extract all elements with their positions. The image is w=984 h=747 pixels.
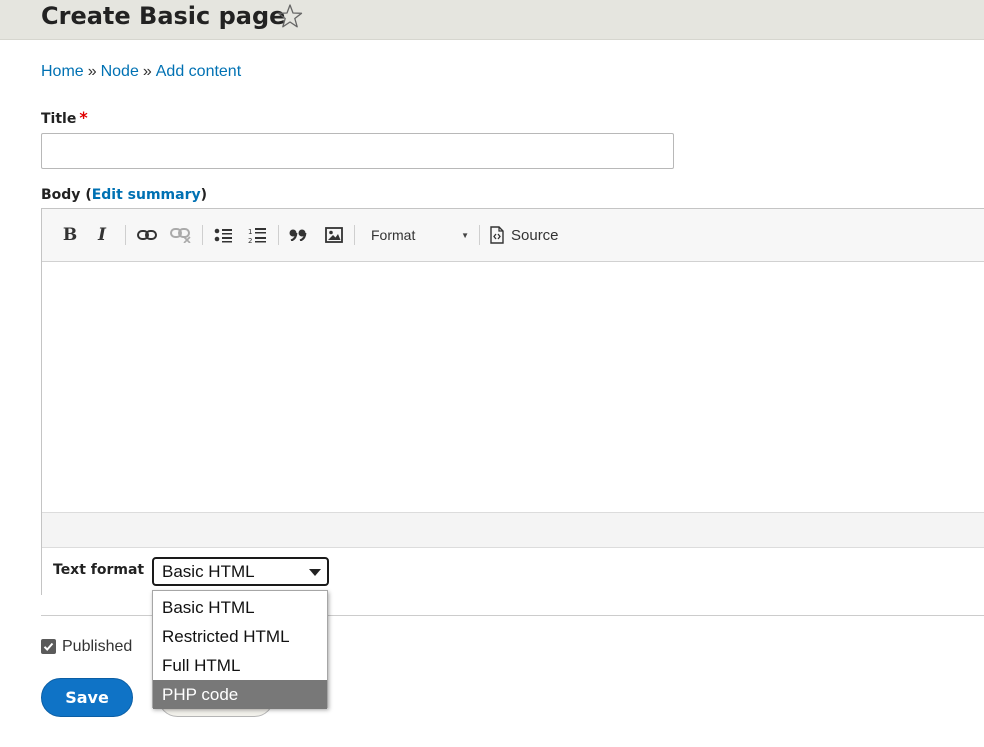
toolbar-separator	[278, 225, 279, 245]
source-label: Source	[511, 226, 559, 244]
numbered-list-icon[interactable]: 1 2	[247, 223, 267, 247]
text-format-label: Text format	[53, 562, 145, 578]
dropdown-arrow-icon	[309, 569, 321, 576]
breadcrumb: Home» Node» Add content	[41, 62, 241, 82]
text-format-option-full-html[interactable]: Full HTML	[153, 651, 327, 680]
editor-status-bar	[42, 512, 984, 548]
title-input[interactable]	[41, 133, 674, 169]
breadcrumb-add-content[interactable]: Add content	[156, 63, 241, 80]
published-checkbox[interactable]	[41, 639, 56, 654]
source-button[interactable]: Source	[489, 223, 559, 247]
format-dropdown-label: Format	[371, 227, 416, 243]
text-format-select[interactable]: Basic HTML	[152, 557, 329, 586]
svg-text:2: 2	[248, 237, 252, 244]
star-outline-icon[interactable]	[277, 3, 303, 29]
published-label: Published	[62, 638, 133, 655]
text-format-option-restricted-html[interactable]: Restricted HTML	[153, 622, 327, 651]
title-label: Title *	[41, 109, 88, 128]
text-format-option-php-code[interactable]: PHP code	[153, 680, 327, 709]
bold-icon[interactable]: B	[62, 223, 78, 247]
image-icon[interactable]	[324, 223, 344, 247]
checkmark-icon	[43, 642, 54, 651]
link-icon[interactable]	[136, 223, 158, 247]
title-label-text: Title	[41, 111, 77, 127]
page-header: Create Basic page	[0, 0, 984, 40]
text-format-row: Text format Basic HTML	[42, 548, 984, 595]
breadcrumb-home[interactable]: Home	[41, 63, 84, 80]
page-title: Create Basic page	[41, 2, 286, 30]
source-icon	[490, 226, 504, 244]
editor-content-area[interactable]	[42, 262, 984, 512]
unlink-icon[interactable]	[170, 223, 192, 247]
editor-toolbar: B I 1 2 Format ▼ Source	[42, 209, 984, 262]
save-button[interactable]: Save	[41, 678, 133, 717]
italic-icon[interactable]: I	[95, 223, 109, 247]
breadcrumb-separator: »	[87, 63, 97, 80]
toolbar-separator	[354, 225, 355, 245]
svg-text:1: 1	[248, 228, 252, 236]
body-label: Body (Edit summary)	[41, 186, 207, 204]
bulleted-list-icon[interactable]	[213, 223, 233, 247]
toolbar-separator	[125, 225, 126, 245]
body-paren-close: )	[200, 187, 208, 203]
breadcrumb-node[interactable]: Node	[101, 63, 139, 80]
chevron-down-icon: ▼	[461, 231, 469, 240]
blockquote-icon[interactable]	[288, 223, 308, 247]
toolbar-separator	[202, 225, 203, 245]
required-marker: *	[79, 108, 88, 127]
body-editor: B I 1 2 Format ▼ Source Text format Basi…	[41, 208, 984, 595]
text-format-option-basic-html[interactable]: Basic HTML	[153, 593, 327, 622]
text-format-options: Basic HTML Restricted HTML Full HTML PHP…	[152, 590, 328, 709]
toolbar-separator	[479, 225, 480, 245]
body-label-text: Body	[41, 187, 81, 203]
format-dropdown[interactable]: Format ▼	[359, 223, 471, 247]
edit-summary-link[interactable]: Edit summary	[92, 187, 201, 203]
breadcrumb-separator: »	[142, 63, 152, 80]
text-format-selected: Basic HTML	[162, 562, 255, 581]
